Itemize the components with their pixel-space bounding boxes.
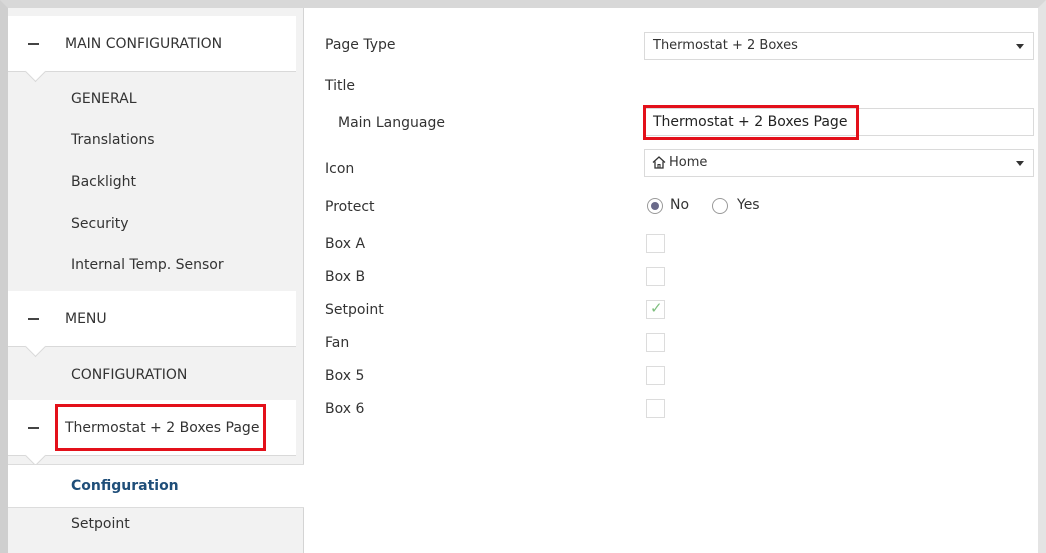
protect-yes-radio[interactable] xyxy=(712,198,728,214)
box-a-label: Box A xyxy=(325,236,366,252)
box-5-label: Box 5 xyxy=(325,368,365,384)
box-6-label: Box 6 xyxy=(325,401,365,417)
icon-value: Home xyxy=(669,155,708,170)
protect-no-label: No xyxy=(670,197,690,213)
active-item-label: Configuration xyxy=(71,478,179,494)
main-language-label: Main Language xyxy=(338,115,445,131)
setpoint-checkbox[interactable]: ✓ xyxy=(646,299,665,319)
fan-label: Fan xyxy=(325,335,350,351)
collapse-icon[interactable] xyxy=(28,318,39,320)
fan-checkbox[interactable] xyxy=(646,333,665,352)
home-icon xyxy=(652,156,666,169)
collapse-icon[interactable] xyxy=(28,43,39,45)
box-5-checkbox[interactable] xyxy=(646,366,665,385)
box-6-checkbox[interactable] xyxy=(646,399,665,418)
group-main-configuration[interactable]: MAIN CONFIGURATION xyxy=(8,16,296,83)
sidebar-item-general[interactable]: GENERAL xyxy=(71,91,137,107)
group-label: MAIN CONFIGURATION xyxy=(65,36,223,52)
dropdown-arrow-icon[interactable] xyxy=(1016,44,1024,49)
box-b-checkbox[interactable] xyxy=(646,267,665,286)
title-label: Title xyxy=(325,78,356,94)
group-menu[interactable]: MENU xyxy=(8,291,296,358)
protect-no-radio[interactable] xyxy=(647,198,663,214)
group-label: MENU xyxy=(65,311,107,327)
collapse-icon[interactable] xyxy=(28,427,39,429)
sidebar-item-internal-temp-sensor[interactable]: Internal Temp. Sensor xyxy=(71,257,224,273)
highlight-box-main-language xyxy=(643,105,859,140)
check-icon: ✓ xyxy=(650,299,663,317)
icon-label: Icon xyxy=(325,161,355,177)
protect-label: Protect xyxy=(325,199,375,215)
protect-yes-label: Yes xyxy=(737,197,760,213)
box-a-checkbox[interactable] xyxy=(646,234,665,253)
sidebar-item-setpoint[interactable]: Setpoint xyxy=(71,516,130,532)
setpoint-label: Setpoint xyxy=(325,302,384,318)
box-b-label: Box B xyxy=(325,269,366,285)
page-type-label: Page Type xyxy=(325,37,396,53)
page-type-value: Thermostat + 2 Boxes xyxy=(653,38,798,53)
sidebar-item-backlight[interactable]: Backlight xyxy=(71,174,136,190)
sidebar-item-security[interactable]: Security xyxy=(71,216,129,232)
sidebar-item-translations[interactable]: Translations xyxy=(71,132,155,148)
icon-select[interactable]: Home xyxy=(644,149,1034,177)
dropdown-arrow-icon[interactable] xyxy=(1016,161,1024,166)
highlight-box-sidebar xyxy=(55,404,266,451)
page-type-select[interactable]: Thermostat + 2 Boxes xyxy=(644,32,1034,60)
sidebar-item-configuration-active[interactable]: Configuration xyxy=(8,464,304,508)
sidebar-item-configuration-menu[interactable]: CONFIGURATION xyxy=(71,367,187,383)
